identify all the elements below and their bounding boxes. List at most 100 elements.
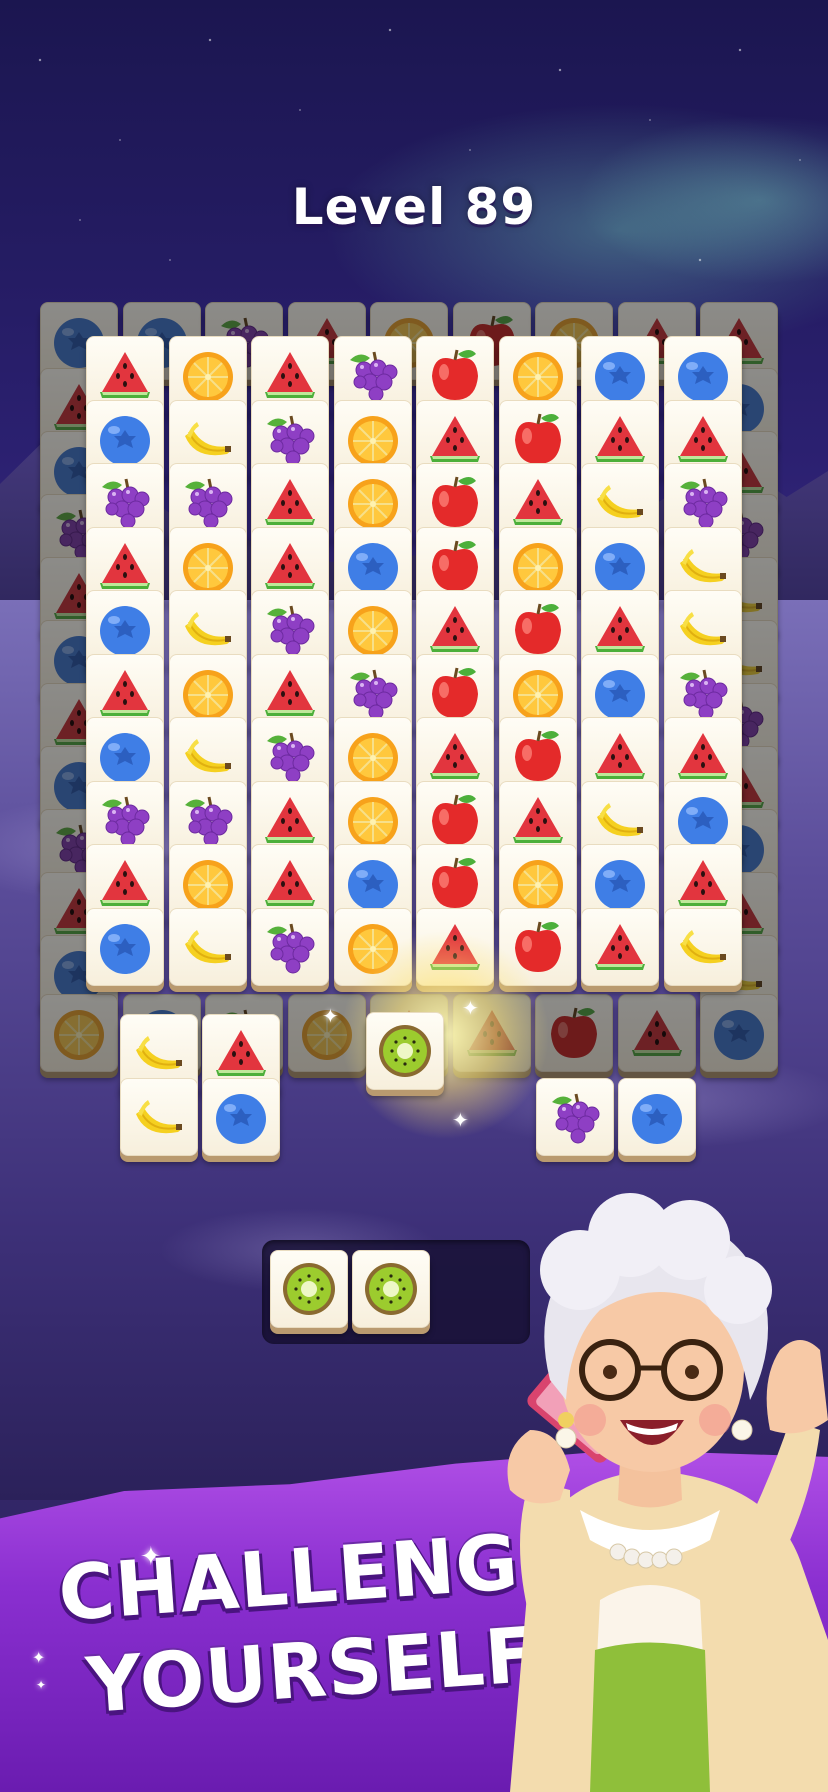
blueberry-icon <box>587 660 653 726</box>
watermelon-icon <box>422 406 488 472</box>
selected-tile[interactable] <box>366 1012 444 1090</box>
apple-icon <box>422 787 488 853</box>
watermelon-icon <box>505 787 571 853</box>
apple-icon <box>422 850 488 916</box>
orange-icon <box>175 533 241 599</box>
tray-tile[interactable] <box>270 1250 348 1328</box>
board-tile[interactable] <box>168 907 247 986</box>
grapes-icon <box>257 596 323 662</box>
blueberry-icon <box>92 406 158 472</box>
blueberry-icon <box>92 914 158 980</box>
watermelon-icon <box>587 596 653 662</box>
watermelon-icon <box>257 342 323 408</box>
orange-icon <box>505 660 571 726</box>
apple-icon <box>422 660 488 726</box>
watermelon-icon <box>624 1000 690 1066</box>
watermelon-icon <box>92 850 158 916</box>
orange-icon <box>340 406 406 472</box>
orange-icon <box>505 850 571 916</box>
watermelon-icon <box>92 342 158 408</box>
grapes-icon <box>257 914 323 980</box>
watermelon-icon <box>587 406 653 472</box>
apple-icon <box>505 596 571 662</box>
watermelon-icon <box>587 723 653 789</box>
orange-icon <box>505 342 571 408</box>
grapes-icon <box>340 342 406 408</box>
watermelon-icon <box>92 660 158 726</box>
blueberry-icon <box>624 1084 690 1150</box>
board-tile[interactable] <box>251 907 329 986</box>
apple-icon <box>422 469 488 535</box>
grapes-icon <box>175 787 241 853</box>
blueberry-icon <box>92 596 158 662</box>
blueberry-icon <box>340 533 406 599</box>
watermelon-icon <box>505 469 571 535</box>
level-title: Level 89 <box>291 178 537 236</box>
banana-icon <box>175 406 241 472</box>
grapes-icon <box>670 469 736 535</box>
apple-icon <box>422 533 488 599</box>
grapes-icon <box>542 1084 608 1150</box>
banana-icon <box>670 596 736 662</box>
watermelon-icon <box>670 850 736 916</box>
blueberry-icon <box>670 342 736 408</box>
tray-tile[interactable] <box>352 1250 430 1328</box>
orange-icon <box>340 596 406 662</box>
board-tile[interactable] <box>86 907 164 986</box>
watermelon-icon <box>422 723 488 789</box>
watermelon-icon <box>257 533 323 599</box>
watermelon-icon <box>208 1020 274 1086</box>
apple-icon <box>541 1000 607 1066</box>
orange-icon <box>46 1000 112 1066</box>
grapes-icon <box>670 660 736 726</box>
back-tile <box>40 994 118 1072</box>
sparkle-icon: ✦ <box>452 1108 469 1132</box>
grapes-icon <box>92 469 158 535</box>
blueberry-icon <box>340 850 406 916</box>
grapes-icon <box>175 469 241 535</box>
watermelon-icon <box>92 533 158 599</box>
banana-icon <box>175 723 241 789</box>
watermelon-icon <box>257 660 323 726</box>
back-tile <box>617 994 696 1072</box>
kiwi-icon <box>276 1256 342 1322</box>
kiwi-icon <box>372 1018 438 1084</box>
blueberry-icon <box>670 787 736 853</box>
banana-icon <box>670 533 736 599</box>
watermelon-icon <box>670 406 736 472</box>
board-tile[interactable] <box>581 907 659 986</box>
watermelon-icon <box>257 850 323 916</box>
loose-tile[interactable] <box>618 1078 696 1156</box>
orange-icon <box>340 787 406 853</box>
banana-icon <box>587 787 653 853</box>
loose-tile[interactable] <box>536 1078 614 1156</box>
watermelon-icon <box>587 914 653 980</box>
apple-icon <box>422 342 488 408</box>
watermelon-icon <box>257 787 323 853</box>
orange-icon <box>175 342 241 408</box>
grapes-icon <box>340 660 406 726</box>
blueberry-icon <box>587 533 653 599</box>
board-tile[interactable] <box>663 907 742 986</box>
loose-tile[interactable] <box>120 1078 198 1156</box>
blueberry-icon <box>706 1000 772 1066</box>
loose-tile[interactable] <box>202 1078 280 1156</box>
banana-icon <box>175 596 241 662</box>
sparkle-icon: ✦ <box>462 996 479 1020</box>
back-tile <box>700 994 778 1072</box>
kiwi-icon <box>358 1256 424 1322</box>
blueberry-icon <box>587 342 653 408</box>
blueberry-icon <box>208 1084 274 1150</box>
orange-icon <box>505 533 571 599</box>
banana-icon <box>126 1020 192 1086</box>
grapes-icon <box>92 787 158 853</box>
banana-icon <box>126 1084 192 1150</box>
banana-icon <box>587 469 653 535</box>
orange-icon <box>175 660 241 726</box>
apple-icon <box>505 723 571 789</box>
blueberry-icon <box>587 850 653 916</box>
banana-icon <box>670 914 736 980</box>
watermelon-icon <box>422 596 488 662</box>
watermelon-icon <box>257 469 323 535</box>
banana-icon <box>175 914 241 980</box>
